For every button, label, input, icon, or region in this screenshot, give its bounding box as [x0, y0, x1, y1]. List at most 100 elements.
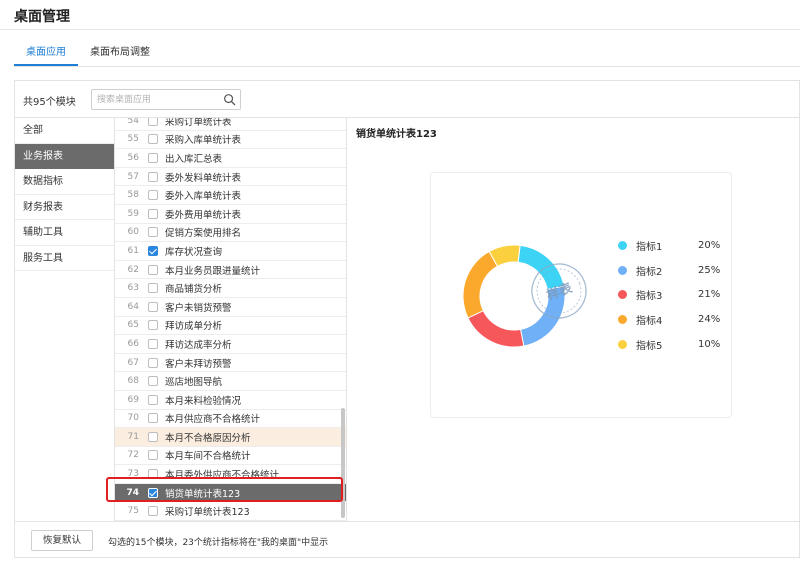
module-checkbox[interactable] — [148, 227, 158, 238]
search-box — [91, 89, 241, 110]
legend-item: 指标4 24% — [618, 307, 720, 332]
category-item-service-tools[interactable]: 服务工具 — [15, 246, 114, 271]
donut-slice — [462, 250, 499, 319]
legend-value: 21% — [698, 289, 721, 301]
module-row-number: 62 — [127, 264, 139, 275]
page-title: 桌面管理 — [14, 9, 70, 25]
module-row[interactable]: 61 库存状况查询 — [115, 242, 346, 261]
module-row-label: 客户未拜访预警 — [165, 358, 232, 370]
module-row[interactable]: 62 本月业务员跟进量统计 — [115, 261, 346, 280]
module-list: 54 采购订单统计表 55 采购入库单统计表 56 出入库汇总表 57 委外发料单统计表 58 委… — [115, 118, 347, 521]
module-row-label: 采购订单统计表123 — [165, 507, 250, 519]
category-item-business-reports[interactable]: 业务报表 — [15, 143, 114, 169]
module-checkbox[interactable] — [148, 134, 158, 145]
module-row[interactable]: 69 本月来料检验情况 — [115, 391, 346, 410]
donut-slice — [517, 244, 565, 291]
tab-desktop-apps[interactable]: 桌面应用 — [14, 40, 78, 66]
legend-label: 指标2 — [636, 266, 663, 278]
module-checkbox[interactable] — [148, 190, 158, 201]
restore-default-button[interactable]: 恢复默认 — [31, 530, 93, 551]
module-checkbox[interactable] — [148, 152, 158, 163]
module-row[interactable]: 66 拜访达成率分析 — [115, 335, 346, 354]
module-row-label: 本月供应商不合格统计 — [165, 414, 261, 426]
donut-slice — [467, 309, 525, 348]
legend-swatch — [618, 314, 627, 324]
module-row[interactable]: 60 促销方案使用排名 — [115, 224, 346, 243]
module-row-label: 促销方案使用排名 — [165, 228, 242, 240]
module-row-number: 60 — [127, 227, 139, 238]
search-input[interactable] — [92, 90, 220, 109]
category-item-auxiliary-tools[interactable]: 辅助工具 — [15, 220, 114, 246]
module-checkbox[interactable] — [148, 469, 158, 480]
module-checkbox[interactable] — [148, 264, 158, 275]
category-item-financial-reports[interactable]: 财务报表 — [15, 195, 114, 220]
legend-item: 指标1 20% — [618, 233, 720, 258]
tab-desktop-layout[interactable]: 桌面布局调整 — [78, 40, 162, 66]
module-row[interactable]: 58 委外入库单统计表 — [115, 186, 346, 205]
module-row-number: 67 — [127, 357, 139, 368]
search-icon[interactable] — [223, 93, 236, 106]
module-row-label: 本月来料检验情况 — [165, 395, 242, 407]
module-row-number: 58 — [127, 190, 139, 201]
module-checkbox[interactable] — [148, 283, 158, 294]
module-checkbox[interactable] — [148, 450, 158, 461]
preview-title: 销货单统计表123 — [356, 129, 437, 140]
module-checkbox[interactable] — [148, 245, 158, 256]
module-row-label: 巡店地图导航 — [165, 377, 223, 389]
module-checkbox[interactable] — [148, 413, 158, 424]
module-row-label: 委外费用单统计表 — [165, 209, 242, 221]
module-checkbox[interactable] — [148, 376, 158, 387]
module-checkbox[interactable] — [148, 301, 158, 312]
module-checkbox[interactable] — [148, 320, 158, 331]
module-row[interactable]: 55 采购入库单统计表 — [115, 131, 346, 150]
module-row[interactable]: 64 客户未销货预警 — [115, 298, 346, 317]
module-row[interactable]: 74 销货单统计表123 — [115, 483, 346, 503]
module-panel: 共95个模块 全部 业务报表 数据指标 财务报表 辅助工具 服务工具 54 采购订… — [14, 80, 800, 558]
list-scrollbar[interactable] — [341, 408, 345, 518]
legend-swatch — [618, 290, 627, 300]
module-row[interactable]: 54 采购订单统计表 — [115, 118, 346, 131]
module-checkbox[interactable] — [148, 487, 158, 498]
module-checkbox[interactable] — [148, 118, 158, 126]
module-row[interactable]: 63 商品铺货分析 — [115, 279, 346, 298]
module-row[interactable]: 75 采购订单统计表123 — [115, 502, 346, 521]
module-row-number: 59 — [127, 208, 139, 219]
legend-label: 指标1 — [636, 241, 663, 253]
module-row-number: 63 — [127, 283, 139, 294]
module-checkbox[interactable] — [148, 357, 158, 368]
module-row[interactable]: 71 本月不合格原因分析 — [115, 428, 346, 447]
category-item-all[interactable]: 全部 — [15, 118, 114, 144]
module-row-label: 本月车间不合格统计 — [165, 451, 251, 463]
category-item-data-indicators[interactable]: 数据指标 — [15, 169, 114, 195]
module-row[interactable]: 56 出入库汇总表 — [115, 149, 346, 168]
module-checkbox[interactable] — [148, 171, 158, 182]
module-row-label: 拜访成单分析 — [165, 321, 223, 333]
legend-swatch — [618, 265, 627, 275]
selection-summary: 勾选的15个模块，23个统计指标将在"我的桌面"中显示 — [108, 538, 329, 548]
module-row-label: 本月业务员跟进量统计 — [165, 265, 261, 277]
chart-card: 样表 指标1 20% 指标2 25% 指标3 21% 指标4 24% 指标5 10% — [430, 172, 732, 418]
module-checkbox[interactable] — [148, 338, 158, 349]
module-row-label: 拜访达成率分析 — [165, 339, 232, 351]
title-divider — [0, 29, 800, 30]
module-count: 共95个模块 — [23, 97, 76, 108]
module-row-number: 55 — [127, 134, 139, 145]
module-row[interactable]: 68 巡店地图导航 — [115, 372, 346, 391]
module-checkbox[interactable] — [148, 506, 158, 517]
module-row[interactable]: 57 委外发料单统计表 — [115, 168, 346, 187]
module-row[interactable]: 67 客户未拜访预警 — [115, 354, 346, 373]
module-row[interactable]: 73 本月委外供应商不合格统计 — [115, 465, 346, 484]
module-row[interactable]: 72 本月车间不合格统计 — [115, 447, 346, 466]
module-checkbox[interactable] — [148, 208, 158, 219]
module-checkbox[interactable] — [148, 431, 158, 442]
module-row-number: 56 — [127, 152, 139, 163]
module-list-rows: 54 采购订单统计表 55 采购入库单统计表 56 出入库汇总表 57 委外发料单统计表 58 委… — [115, 118, 346, 521]
module-row[interactable]: 65 拜访成单分析 — [115, 317, 346, 336]
module-row-number: 57 — [127, 171, 139, 182]
module-row[interactable]: 70 本月供应商不合格统计 — [115, 410, 346, 429]
tab-bar: 桌面应用 桌面布局调整 — [14, 40, 162, 66]
legend-value: 24% — [698, 313, 721, 325]
module-checkbox[interactable] — [148, 394, 158, 405]
module-row[interactable]: 59 委外费用单统计表 — [115, 205, 346, 224]
module-row-number: 71 — [127, 431, 139, 442]
